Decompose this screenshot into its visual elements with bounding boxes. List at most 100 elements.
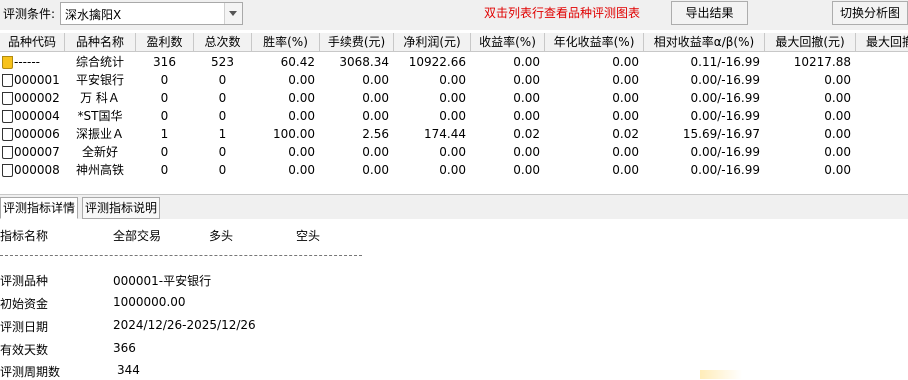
- detail-label: 评测周期数: [0, 365, 61, 379]
- document-icon: [2, 146, 13, 159]
- cell-win: 0: [160, 109, 169, 123]
- cell-code: 000006: [14, 127, 60, 141]
- cell-profit: 0.00: [439, 91, 466, 105]
- document-icon: [2, 128, 13, 141]
- document-icon: [2, 74, 13, 87]
- cell-profit: 0.00: [439, 163, 466, 177]
- cell-win: 0: [160, 163, 169, 177]
- tab-indicator-details[interactable]: 评测指标详情: [0, 197, 79, 219]
- detail-divider: [0, 255, 362, 257]
- cell-annual: 0.00: [612, 91, 639, 105]
- cell-relative: 0.00/-16.99: [690, 145, 760, 159]
- cell-code: 000004: [14, 109, 60, 123]
- table-row[interactable]: 000004 *ST国华 0 0 0.00 0.00 0.00 0.00 0.0…: [0, 107, 908, 125]
- summary-icon: [2, 56, 13, 69]
- cell-profit: 0.00: [439, 73, 466, 87]
- detail-tabbar: 评测指标详情 评测指标说明: [0, 194, 908, 220]
- col-header-drawdown[interactable]: 最大回撤(元): [765, 33, 856, 52]
- col-header-drawdown-2[interactable]: 最大回撤: [856, 33, 908, 52]
- cell-rate: 0.00: [288, 163, 315, 177]
- cell-rate: 0.00: [288, 73, 315, 87]
- col-header-relative[interactable]: 相对收益率α/β(%): [644, 33, 765, 52]
- detail-label: 有效天数: [0, 343, 49, 357]
- cell-code: 000001: [14, 73, 60, 87]
- cell-return: 0.00: [513, 145, 540, 159]
- cell-annual: 0.00: [612, 163, 639, 177]
- cell-total: 1: [218, 127, 227, 141]
- chevron-down-icon[interactable]: [224, 3, 242, 24]
- col-header-name[interactable]: 品种名称: [65, 33, 136, 52]
- cell-name: 全新好: [81, 145, 118, 159]
- cell-win: 0: [160, 145, 169, 159]
- document-icon: [2, 164, 13, 177]
- tab-indicator-description[interactable]: 评测指标说明: [82, 197, 161, 219]
- cell-rate: 100.00: [273, 127, 315, 141]
- detail-value: 1000000.00: [113, 295, 186, 309]
- cell-annual: 0.00: [612, 145, 639, 159]
- cell-relative: 0.00/-16.99: [690, 163, 760, 177]
- table-row[interactable]: 000001 平安银行 0 0 0.00 0.00 0.00 0.00 0.00…: [0, 71, 908, 89]
- cell-relative: 15.69/-16.97: [682, 127, 760, 141]
- col-header-win[interactable]: 盈利数: [136, 33, 194, 52]
- cell-relative: 0.00/-16.99: [690, 91, 760, 105]
- cell-relative: 0.11/-16.99: [690, 55, 760, 69]
- cell-fee: 0.00: [362, 109, 389, 123]
- col-header-profit[interactable]: 净利润(元): [394, 33, 471, 52]
- hint-text: 双击列表行查看品种评测图表: [484, 6, 641, 20]
- cell-profit: 10922.66: [408, 55, 466, 69]
- detail-header-name: 指标名称: [0, 229, 49, 243]
- col-header-return[interactable]: 收益率(%): [471, 33, 545, 52]
- cell-name: 万 科Ａ: [80, 91, 120, 105]
- detail-value: 366: [113, 341, 136, 355]
- cell-annual: 0.00: [612, 73, 639, 87]
- table-row[interactable]: 000007 全新好 0 0 0.00 0.00 0.00 0.00 0.00 …: [0, 143, 908, 161]
- table-row[interactable]: 000006 深振业Ａ 1 1 100.00 2.56 174.44 0.02 …: [0, 125, 908, 143]
- cell-total: 0: [218, 91, 227, 105]
- cell-fee: 2.56: [362, 127, 389, 141]
- detail-label: 初始资金: [0, 297, 49, 311]
- cell-drawdown: 0.00: [824, 163, 851, 177]
- detail-value: 000001-平安银行: [113, 274, 212, 288]
- cell-return: 0.00: [513, 163, 540, 177]
- cell-win: 0: [160, 73, 169, 87]
- cell-fee: 0.00: [362, 91, 389, 105]
- detail-value: 344: [117, 363, 140, 377]
- cell-fee: 0.00: [362, 73, 389, 87]
- cell-profit: 0.00: [439, 145, 466, 159]
- col-header-annual[interactable]: 年化收益率(%): [545, 33, 644, 52]
- cell-annual: 0.00: [612, 109, 639, 123]
- table-row[interactable]: ------ 综合统计 316 523 60.42 3068.34 10922.…: [0, 53, 908, 71]
- cell-total: 0: [218, 163, 227, 177]
- cell-return: 0.00: [513, 55, 540, 69]
- switch-chart-button[interactable]: 切换分析图: [832, 1, 908, 25]
- cell-drawdown: 10217.88: [793, 55, 851, 69]
- cell-name: 神州高铁: [75, 163, 124, 177]
- cell-relative: 0.00/-16.99: [690, 109, 760, 123]
- cell-fee: 0.00: [362, 145, 389, 159]
- condition-select[interactable]: 深水擒阳X: [60, 2, 243, 25]
- cell-total: 0: [218, 73, 227, 87]
- detail-label: 评测品种: [0, 274, 49, 288]
- cell-total: 523: [211, 55, 234, 69]
- cell-code: 000007: [14, 145, 60, 159]
- condition-select-value: 深水擒阳X: [65, 8, 122, 22]
- cell-code: 000008: [14, 163, 60, 177]
- detail-value: 2024/12/26-2025/12/26: [113, 318, 256, 332]
- document-icon: [2, 110, 13, 123]
- cell-win: 1: [160, 127, 169, 141]
- table-row[interactable]: 000002 万 科Ａ 0 0 0.00 0.00 0.00 0.00 0.00…: [0, 89, 908, 107]
- cell-drawdown: 0.00: [824, 73, 851, 87]
- table-row[interactable]: 000008 神州高铁 0 0 0.00 0.00 0.00 0.00 0.00…: [0, 161, 908, 179]
- col-header-code[interactable]: 品种代码: [0, 33, 65, 52]
- detail-header-all: 全部交易: [113, 229, 162, 243]
- detail-header-long: 多头: [209, 229, 234, 243]
- col-header-fee[interactable]: 手续费(元): [320, 33, 394, 52]
- scroll-artifact: [700, 370, 760, 379]
- cell-return: 0.00: [513, 91, 540, 105]
- cell-name: 深振业Ａ: [75, 127, 124, 141]
- cell-return: 0.02: [513, 127, 540, 141]
- cell-fee: 3068.34: [339, 55, 389, 69]
- col-header-total[interactable]: 总次数: [194, 33, 252, 52]
- col-header-rate[interactable]: 胜率(%): [252, 33, 320, 52]
- export-button[interactable]: 导出结果: [671, 1, 748, 25]
